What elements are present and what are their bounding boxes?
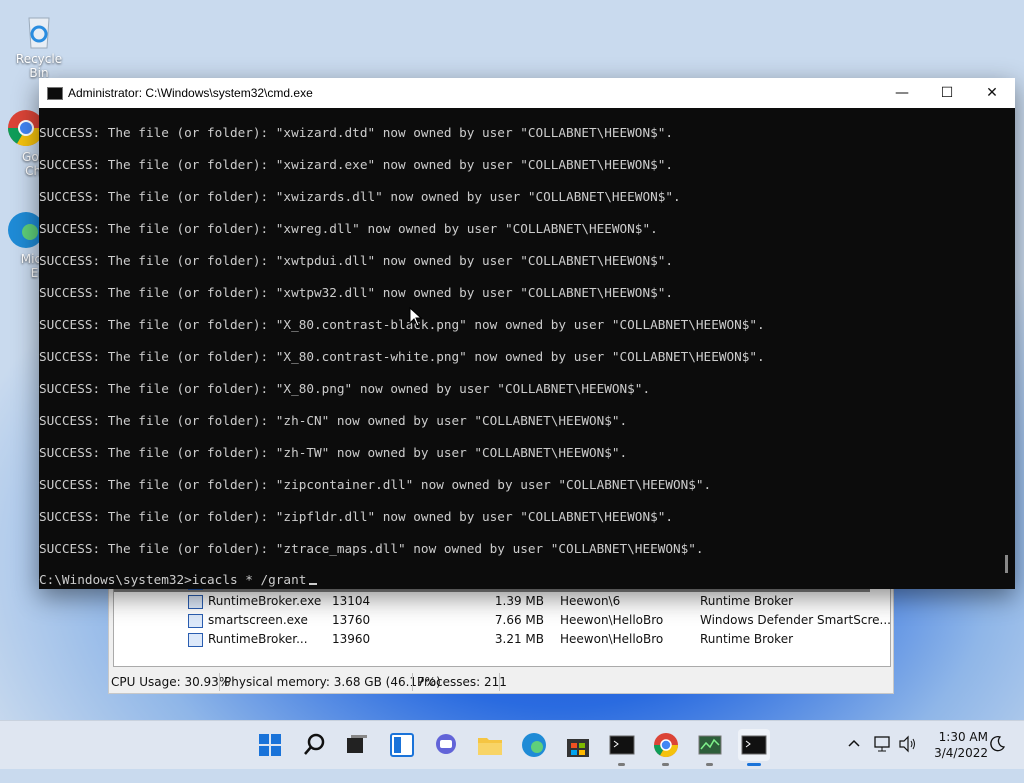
console-line: SUCCESS: The file (or folder): "X_80.con… [39,317,765,332]
widgets-button[interactable] [386,729,418,761]
console-line: SUCCESS: The file (or folder): "xwreg.dl… [39,221,658,236]
cell-name: RuntimeBroker... [208,632,308,646]
volume-button[interactable] [898,735,918,783]
prompt-text: C:\Windows\system32>icacls * /grant [39,572,307,587]
console-line: SUCCESS: The file (or folder): "xwtpw32.… [39,285,673,300]
cell-memory: 7.66 MB [494,613,544,627]
edge-button[interactable] [518,729,550,761]
volume-icon [899,735,915,753]
task-view-button[interactable] [341,729,373,761]
widgets-icon [390,733,414,757]
cell-pid: 13960 [332,632,371,646]
scrollbar-thumb[interactable] [1005,555,1008,573]
taskbar: 1:30 AM 3/4/2022 [0,720,1024,769]
console-line: SUCCESS: The file (or folder): "X_80.png… [39,381,651,396]
cell-name: RuntimeBroker.exe [208,594,322,608]
notifications-button[interactable] [988,735,1006,783]
cell-pid: 13104 [332,594,371,608]
vertical-scrollbar[interactable] [999,108,1015,589]
console-line: SUCCESS: The file (or folder): "ztrace_m… [39,541,704,556]
console-line: SUCCESS: The file (or folder): "zipconta… [39,477,712,492]
table-row[interactable]: RuntimeBroker... 13960 3.21 MB Heewon\Hello… [114,630,870,649]
console-line: SUCCESS: The file (or folder): "xwtpdui.… [39,253,673,268]
cell-pid: 13760 [332,613,371,627]
table-row[interactable]: RuntimeBroker.exe 13104 1.39 MB Heewon\6 Run… [114,592,870,611]
cmd-icon [609,735,635,755]
table-row[interactable]: smartscreen.exe 13760 7.66 MB Heewon\HelloB… [114,611,890,630]
window-title: Administrator: C:\Windows\system32\cmd.e… [68,86,313,100]
clock-date: 3/4/2022 [934,746,988,760]
console-line: SUCCESS: The file (or folder): "X_80.con… [39,349,765,364]
recycle-bin-icon [19,10,59,50]
process-icon [188,633,203,647]
cmd-active-taskbar-button[interactable] [738,729,770,766]
network-icon [874,736,890,752]
cmd-window[interactable]: Administrator: C:\Windows\system32\cmd.e… [39,78,1015,589]
clock-time: 1:30 AM [938,730,988,744]
process-icon [188,595,203,609]
chat-button[interactable] [430,729,462,761]
process-count-text: Processes: 211 [417,675,507,689]
file-explorer-icon [478,738,502,755]
store-icon [567,739,589,757]
chevron-up-icon [848,739,860,747]
cmd-active-icon [741,735,767,755]
cmd-icon [47,87,63,100]
status-bar: CPU Usage: 30.93% Physical memory: 3.68 … [109,671,893,693]
process-icon [188,614,203,628]
edge-icon [522,733,546,757]
task-view-icon [347,735,367,753]
cmd-taskbar-button[interactable] [606,729,638,766]
console-line: SUCCESS: The file (or folder): "zipfldr.… [39,509,673,524]
cell-user: Heewon\6 [560,594,621,608]
physical-memory-text: Physical memory: 3.68 GB (46.17%) [224,675,441,689]
chat-icon [436,734,456,754]
chrome-icon [654,733,678,758]
cell-user: Heewon\HelloBro [560,613,664,627]
store-button[interactable] [562,729,594,761]
cell-user: Heewon\HelloBro [560,632,664,646]
minimize-button[interactable]: — [879,78,925,108]
recycle-bin-desktop-icon[interactable]: Recycle Bin [6,10,72,80]
console-output[interactable]: SUCCESS: The file (or folder): "ztrace_m… [39,108,999,589]
cell-memory: 3.21 MB [494,632,544,646]
task-manager-icon [698,735,722,755]
start-button[interactable] [254,729,286,761]
moon-icon [990,736,1006,752]
console-line: SUCCESS: The file (or folder): "xwizards… [39,189,681,204]
console-line: SUCCESS: The file (or folder): "xwizard.… [39,157,673,172]
cell-description: Windows Defender SmartScre... [700,613,891,627]
chrome-taskbar-button[interactable] [650,729,682,766]
console-line: SUCCESS: The file (or folder): "xwizard.… [39,125,673,140]
cmd-title-bar[interactable]: Administrator: C:\Windows\system32\cmd.e… [39,78,1015,108]
cell-name: smartscreen.exe [208,613,308,627]
command-prompt-line[interactable]: C:\Windows\system32>icacls * /grant [39,572,318,587]
show-hidden-icons-button[interactable] [846,735,862,783]
file-explorer-button[interactable] [474,729,506,761]
text-cursor [309,583,318,585]
close-button[interactable]: ✕ [969,78,1015,108]
cell-description: Runtime Broker [700,594,794,608]
console-line: SUCCESS: The file (or folder): "zh-TW" n… [39,445,628,460]
console-line: SUCCESS: The file (or folder): "zh-CN" n… [39,413,628,428]
search-button[interactable] [298,729,330,761]
cell-description: Runtime Broker [700,632,794,646]
recycle-bin-label: Recycle Bin [15,52,63,80]
task-manager-taskbar-button[interactable] [694,729,726,766]
cpu-usage-text: CPU Usage: 30.93% [111,675,231,689]
start-icon [259,734,281,756]
network-button[interactable] [872,735,892,783]
search-icon [304,733,325,755]
clock[interactable]: 1:30 AM 3/4/2022 [924,729,988,761]
maximize-button[interactable]: ☐ [924,78,970,108]
cell-memory: 1.39 MB [494,594,544,608]
